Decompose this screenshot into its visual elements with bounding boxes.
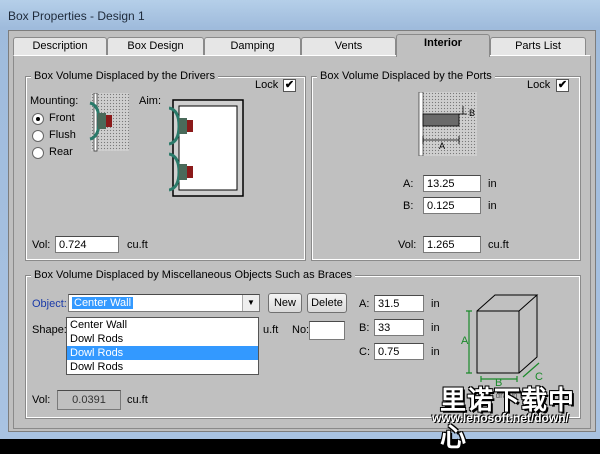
box-dim-a: A [461,335,469,347]
misc-a-unit: in [431,298,440,310]
drivers-lock-checkbox[interactable]: ✔ [283,79,296,92]
chevron-down-icon[interactable]: ▼ [242,295,259,311]
ports-b-label: B: [403,200,414,212]
ports-lock-checkbox[interactable]: ✔ [556,79,569,92]
misc-group-title: Box Volume Displaced by Miscellaneous Ob… [31,269,355,281]
object-combobox-value: Center Wall [72,297,134,309]
aim-label: Aim: [139,95,161,107]
drivers-vol-unit: cu.ft [127,239,148,251]
no-input[interactable] [309,321,345,340]
drivers-vol-label: Vol: [32,239,51,251]
title-bar[interactable]: Box Properties - Design 1 [0,0,600,30]
object-label: Object: [32,298,67,310]
tab-damping[interactable]: Damping [204,37,301,55]
ports-lock-label: Lock [527,79,551,91]
window-title: Box Properties - Design 1 [8,9,145,23]
ports-b-input[interactable]: 0.125 [423,197,481,214]
mounting-front-label: Front [49,112,75,124]
dropdown-item-selected[interactable]: Dowl Rods [67,346,258,360]
new-button[interactable]: New [268,293,302,313]
mounting-flush-radio[interactable] [32,130,44,142]
mounting-rear-label: Rear [49,146,73,158]
ports-vol-unit: cu.ft [488,239,509,251]
window: Box Properties - Design 1 Description Bo… [0,0,600,452]
port-dim-a: A [439,141,446,151]
misc-c-unit: in [431,346,440,358]
drivers-vol-input[interactable]: 0.724 [55,236,119,253]
ports-vol-input[interactable]: 1.265 [423,236,481,253]
mounting-front-radio[interactable] [32,113,44,125]
dialog-client: Description Box Design Damping Vents Int… [8,30,596,432]
port-diagram: A B [413,92,483,156]
ports-a-label: A: [403,178,414,190]
tab-box-design[interactable]: Box Design [107,37,204,55]
mounting-flush-label: Flush [49,129,76,141]
delete-button[interactable]: Delete [307,293,347,313]
ports-a-unit: in [488,178,497,190]
watermark-url: www.lenosoft.net/down/ [432,411,569,425]
mounting-diagram [87,93,129,153]
ports-b-unit: in [488,200,497,212]
misc-c-input[interactable]: 0.75 [374,343,424,360]
drivers-group-title: Box Volume Displaced by the Drivers [31,70,218,82]
dropdown-item[interactable]: Center Wall [67,318,258,332]
tab-description[interactable]: Description [13,37,107,55]
misc-b-unit: in [431,322,440,334]
misc-vol-label: Vol: [32,394,51,406]
tab-interior[interactable]: Interior [396,34,490,57]
misc-c-label: C: [359,346,370,358]
misc-b-label: B: [359,322,370,334]
aim-diagram [168,98,245,198]
misc-cuft-partial-label: u.ft [263,324,279,336]
misc-a-input[interactable]: 31.5 [374,295,424,312]
object-combobox[interactable]: Center Wall ▼ [68,294,260,312]
mounting-label: Mounting: [30,95,79,107]
ports-group-title: Box Volume Displaced by the Ports [317,70,495,82]
misc-vol-value: 0.0391 [57,390,121,410]
no-label: No: [292,324,310,336]
tab-parts-list[interactable]: Parts List [490,37,586,55]
dropdown-item[interactable]: Dowl Rods [67,360,258,374]
misc-vol-unit: cu.ft [127,394,148,406]
shape-label: Shape: [32,324,67,336]
dropdown-item[interactable]: Dowl Rods [67,332,258,346]
misc-b-input[interactable]: 33 [374,319,424,336]
port-dim-b: B [469,108,476,118]
object-dropdown-list: Center Wall Dowl Rods Dowl Rods Dowl Rod… [66,317,259,375]
ports-a-input[interactable]: 13.25 [423,175,481,192]
drivers-group: Box Volume Displaced by the Drivers Lock… [25,70,306,261]
ports-vol-label: Vol: [398,239,417,251]
tab-vents[interactable]: Vents [301,37,396,55]
mounting-rear-radio[interactable] [32,147,44,159]
drivers-lock-label: Lock [255,79,279,91]
ports-group: Box Volume Displaced by the Ports Lock ✔ [311,70,581,261]
misc-a-label: A: [359,298,370,310]
